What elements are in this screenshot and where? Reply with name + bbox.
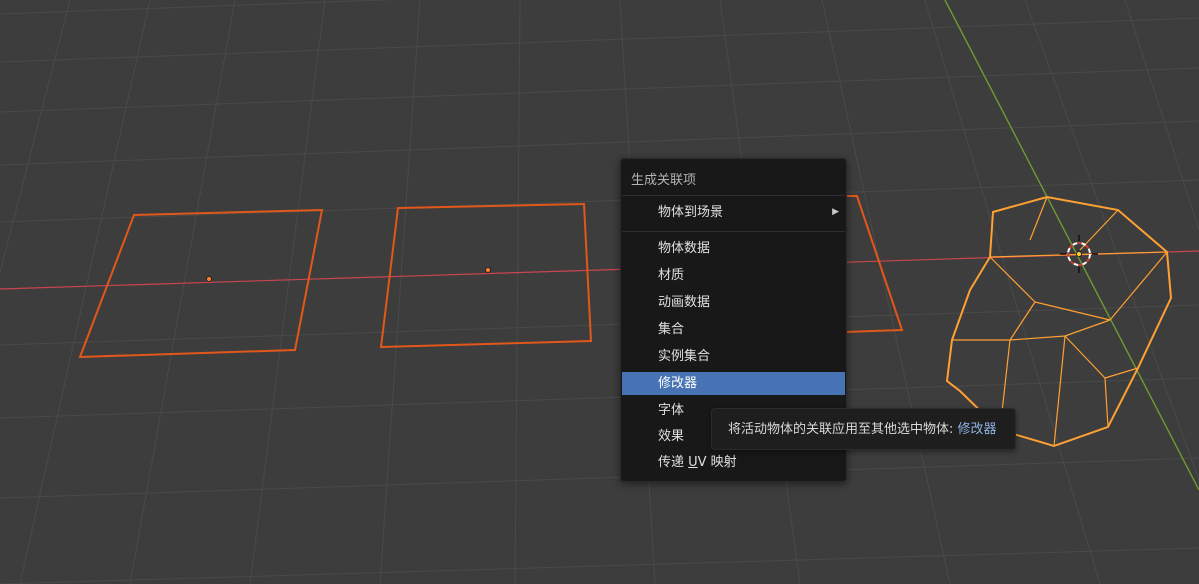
menu-item-label: 修改器 bbox=[658, 376, 698, 391]
viewport-canvas bbox=[0, 0, 1199, 584]
menu-title: 生成关联项 bbox=[631, 173, 697, 188]
menu-item-label-suffix: V 映射 bbox=[697, 455, 737, 470]
menu-item-label: 字体 bbox=[658, 403, 685, 418]
menu-item-transfer-uv-maps[interactable]: 传递 UV 映射 bbox=[622, 451, 845, 474]
menu-item-label: 动画数据 bbox=[658, 295, 711, 310]
menu-separator bbox=[622, 231, 845, 232]
3d-cursor-icon[interactable] bbox=[1060, 235, 1098, 273]
menu-item-label: 效果 bbox=[658, 429, 685, 444]
viewport-grid bbox=[0, 0, 1199, 584]
menu-item-label: 物体数据 bbox=[658, 241, 711, 256]
menu-item-label-prefix: 传递 bbox=[658, 455, 689, 470]
plane-2-origin bbox=[485, 267, 491, 273]
menu-item-label: 实例集合 bbox=[658, 349, 711, 364]
menu-item-modifiers[interactable]: 修改器 bbox=[622, 372, 845, 395]
menu-item-materials[interactable]: 材质 bbox=[622, 264, 845, 287]
tooltip-text: 将活动物体的关联应用至其他选中物体: bbox=[728, 422, 958, 437]
menu-item-object-data[interactable]: 物体数据 bbox=[622, 237, 845, 260]
plane-1-origin bbox=[206, 276, 212, 282]
menu-item-instance-collections[interactable]: 实例集合 bbox=[622, 345, 845, 368]
menu-separator bbox=[622, 195, 845, 196]
menu-item-collections[interactable]: 集合 bbox=[622, 318, 845, 341]
3d-viewport[interactable] bbox=[0, 0, 1199, 584]
plane-1-outline[interactable] bbox=[78, 208, 324, 359]
submenu-arrow-icon: ▶ bbox=[832, 207, 839, 217]
menu-item-label: 物体到场景 bbox=[658, 205, 724, 220]
tooltip: 将活动物体的关联应用至其他选中物体: 修改器 bbox=[711, 408, 1016, 450]
menu-item-animation-data[interactable]: 动画数据 bbox=[622, 291, 845, 314]
menu-item-label: 材质 bbox=[658, 268, 685, 283]
menu-item-shortcut-letter: U bbox=[688, 455, 698, 470]
menu-item-label: 集合 bbox=[658, 322, 685, 337]
menu-item-objects-to-scene[interactable]: 物体到场景 ▶ bbox=[622, 201, 845, 224]
plane-3-outline[interactable] bbox=[845, 195, 904, 334]
tooltip-highlight: 修改器 bbox=[957, 422, 997, 437]
